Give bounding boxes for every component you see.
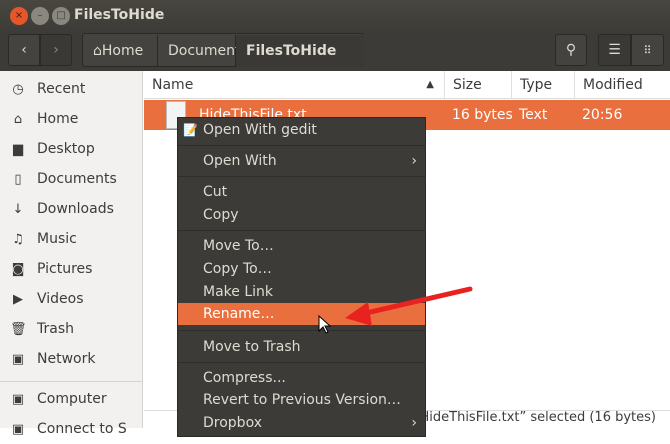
mouse-cursor-icon <box>318 315 332 334</box>
annotation-arrow <box>345 286 473 326</box>
